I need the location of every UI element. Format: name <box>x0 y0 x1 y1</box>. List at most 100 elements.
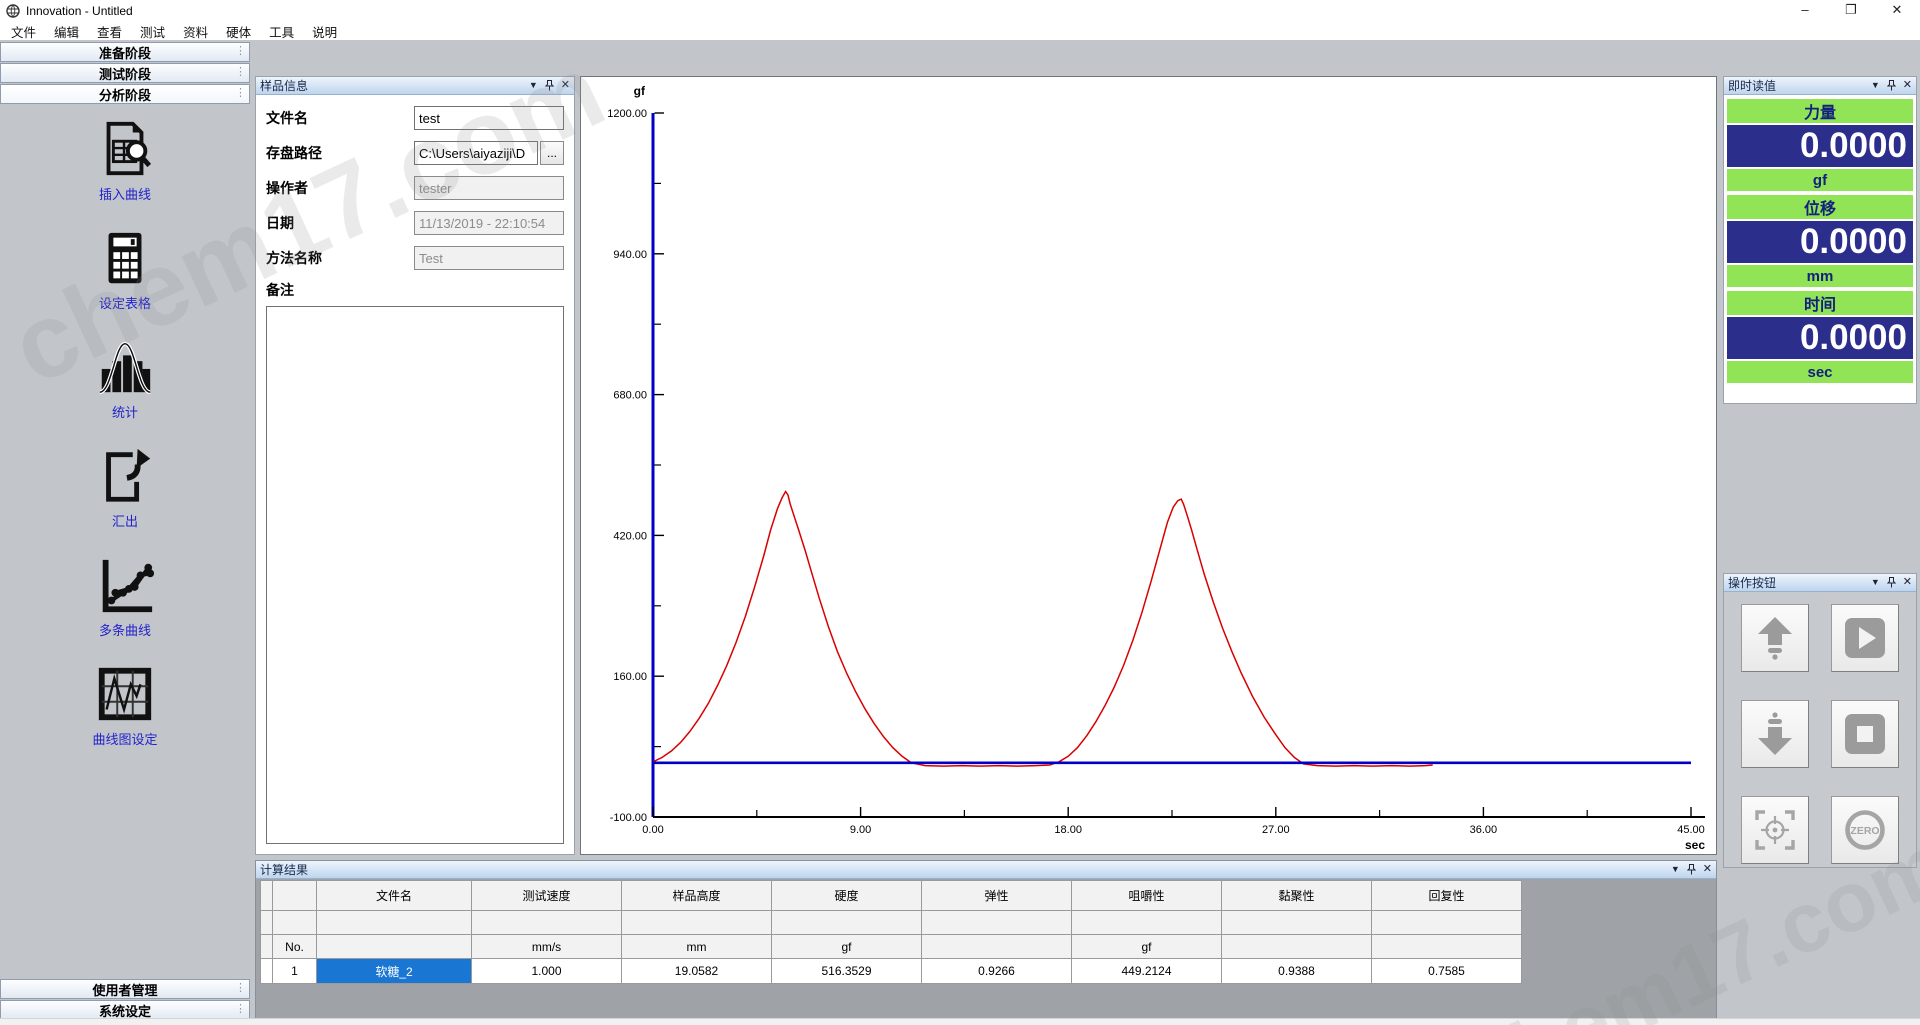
menu-view[interactable]: 查看 <box>88 22 131 41</box>
chart-settings-icon <box>94 663 156 725</box>
menu-test[interactable]: 测试 <box>131 22 174 41</box>
play-icon <box>1842 615 1888 661</box>
time-unit: sec <box>1727 361 1913 383</box>
sidebar-tab-analysis[interactable]: 分析阶段 ⋮ <box>0 84 250 104</box>
panel-title: 操作按钮 <box>1728 574 1776 591</box>
statistics-icon <box>94 336 156 398</box>
file-name-cell[interactable]: 软糖_2 <box>317 959 472 984</box>
grip-icon: ⋮ <box>235 86 246 99</box>
insert-curve-button[interactable]: 插入曲线 <box>65 118 185 203</box>
pin-icon[interactable] <box>1887 577 1896 588</box>
close-icon[interactable]: ✕ <box>1703 865 1712 874</box>
pin-icon[interactable] <box>1887 80 1896 91</box>
menu-edit[interactable]: 编辑 <box>45 22 88 41</box>
value-cell: 0.9266 <box>922 959 1072 984</box>
sidebar-tab-user-management[interactable]: 使用者管理 ⋮ <box>0 979 250 999</box>
menu-help[interactable]: 说明 <box>303 22 346 41</box>
col-header: 硬度 <box>772 881 922 911</box>
svg-text:ZERO: ZERO <box>1850 825 1879 837</box>
pin-icon[interactable] <box>545 80 554 91</box>
value-cell: 449.2124 <box>1072 959 1222 984</box>
force-value: 0.0000 <box>1727 125 1913 167</box>
jog-up-button[interactable] <box>1741 604 1809 672</box>
corner-cell <box>261 881 273 911</box>
minimize-button[interactable]: – <box>1782 0 1828 22</box>
run-button[interactable] <box>1831 604 1899 672</box>
value-cell: 1.000 <box>472 959 622 984</box>
force-readout: 力量 0.0000 gf <box>1727 99 1913 191</box>
target-button[interactable] <box>1741 796 1809 864</box>
multi-curve-icon <box>94 554 156 616</box>
col-header: 测试速度 <box>472 881 622 911</box>
row-number: 1 <box>273 959 317 984</box>
app-icon <box>6 4 20 18</box>
close-icon[interactable]: ✕ <box>1903 81 1912 90</box>
svg-text:940.00: 940.00 <box>613 249 647 261</box>
sidebar-tab-label: 准备阶段 <box>99 43 151 62</box>
panel-title: 即时读值 <box>1728 77 1776 94</box>
panel-title: 计算结果 <box>260 861 308 878</box>
export-button[interactable]: 汇出 <box>65 445 185 530</box>
target-icon <box>1752 807 1798 853</box>
setup-table-button[interactable]: 设定表格 <box>65 227 185 312</box>
chevron-down-icon[interactable]: ▼ <box>529 81 538 90</box>
col-header: 回复性 <box>1372 881 1522 911</box>
stop-icon <box>1842 711 1888 757</box>
unit-cell <box>1222 935 1372 959</box>
close-button[interactable]: ✕ <box>1874 0 1920 22</box>
sample-info-fields: 文件名 存盘路径 ... 操作者 日期 方法名称 <box>256 95 574 849</box>
results-data-row[interactable]: 1 软糖_2 1.000 19.0582 516.3529 0.9266 449… <box>261 959 1522 984</box>
displacement-readout: 位移 0.0000 mm <box>1727 195 1913 287</box>
close-icon[interactable]: ✕ <box>561 81 570 90</box>
menu-data[interactable]: 资料 <box>174 22 217 41</box>
unit-cell <box>1372 935 1522 959</box>
jog-down-button[interactable] <box>1741 700 1809 768</box>
svg-text:36.00: 36.00 <box>1470 824 1498 836</box>
restore-button[interactable]: ❐ <box>1828 0 1874 22</box>
tool-label: 统计 <box>112 402 138 421</box>
value-cell: 0.9388 <box>1222 959 1372 984</box>
tool-label: 插入曲线 <box>99 184 151 203</box>
browse-button[interactable]: ... <box>540 141 564 165</box>
sidebar-tab-label: 测试阶段 <box>99 64 151 83</box>
sidebar-tab-prepare[interactable]: 准备阶段 ⋮ <box>0 42 250 62</box>
window-title: Innovation - Untitled <box>26 4 133 18</box>
chart-settings-button[interactable]: 曲线图设定 <box>65 663 185 748</box>
filename-input[interactable] <box>414 106 564 130</box>
multi-curve-button[interactable]: 多条曲线 <box>65 554 185 639</box>
save-path-input[interactable] <box>414 141 538 165</box>
menu-tools[interactable]: 工具 <box>260 22 303 41</box>
sidebar-tab-label: 系统设定 <box>99 1001 151 1020</box>
chevron-down-icon[interactable]: ▼ <box>1871 81 1880 90</box>
workspace: chem17.com chem17.com 准备阶段 ⋮ 测试阶段 ⋮ 分析阶段… <box>0 40 1920 1025</box>
grip-icon: ⋮ <box>235 981 246 994</box>
displacement-unit: mm <box>1727 265 1913 287</box>
menu-hardware[interactable]: 硬体 <box>217 22 260 41</box>
col-header: 黏聚性 <box>1222 881 1372 911</box>
statistics-button[interactable]: 统计 <box>65 336 185 421</box>
export-icon <box>94 445 156 507</box>
remark-textarea[interactable] <box>266 306 564 844</box>
sidebar-tab-system-settings[interactable]: 系统设定 ⋮ <box>0 1000 250 1020</box>
svg-text:gf: gf <box>634 84 646 98</box>
close-icon[interactable]: ✕ <box>1903 578 1912 587</box>
displacement-value: 0.0000 <box>1727 221 1913 263</box>
unit-cell: mm <box>622 935 772 959</box>
sidebar-bottom-tabs: 使用者管理 ⋮ 系统设定 ⋮ <box>0 979 250 1021</box>
chevron-down-icon[interactable]: ▼ <box>1671 865 1680 874</box>
col-header: 咀嚼性 <box>1072 881 1222 911</box>
tool-label: 汇出 <box>112 511 138 530</box>
live-readout-panel: 即时读值 ▼ ✕ 力量 0.0000 gf 位移 0.0000 mm 时间 0.… <box>1723 76 1917 404</box>
unit-cell: mm/s <box>472 935 622 959</box>
stop-button[interactable] <box>1831 700 1899 768</box>
action-buttons-header: 操作按钮 ▼ ✕ <box>1724 574 1916 592</box>
pin-icon[interactable] <box>1687 864 1696 875</box>
value-cell: 516.3529 <box>772 959 922 984</box>
menu-file[interactable]: 文件 <box>2 22 45 41</box>
sidebar-tab-test[interactable]: 测试阶段 ⋮ <box>0 63 250 83</box>
force-unit: gf <box>1727 169 1913 191</box>
results-empty-row <box>261 911 1522 935</box>
zero-button[interactable]: ZERO <box>1831 796 1899 864</box>
field-label-save-path: 存盘路径 <box>266 143 322 163</box>
chevron-down-icon[interactable]: ▼ <box>1871 578 1880 587</box>
